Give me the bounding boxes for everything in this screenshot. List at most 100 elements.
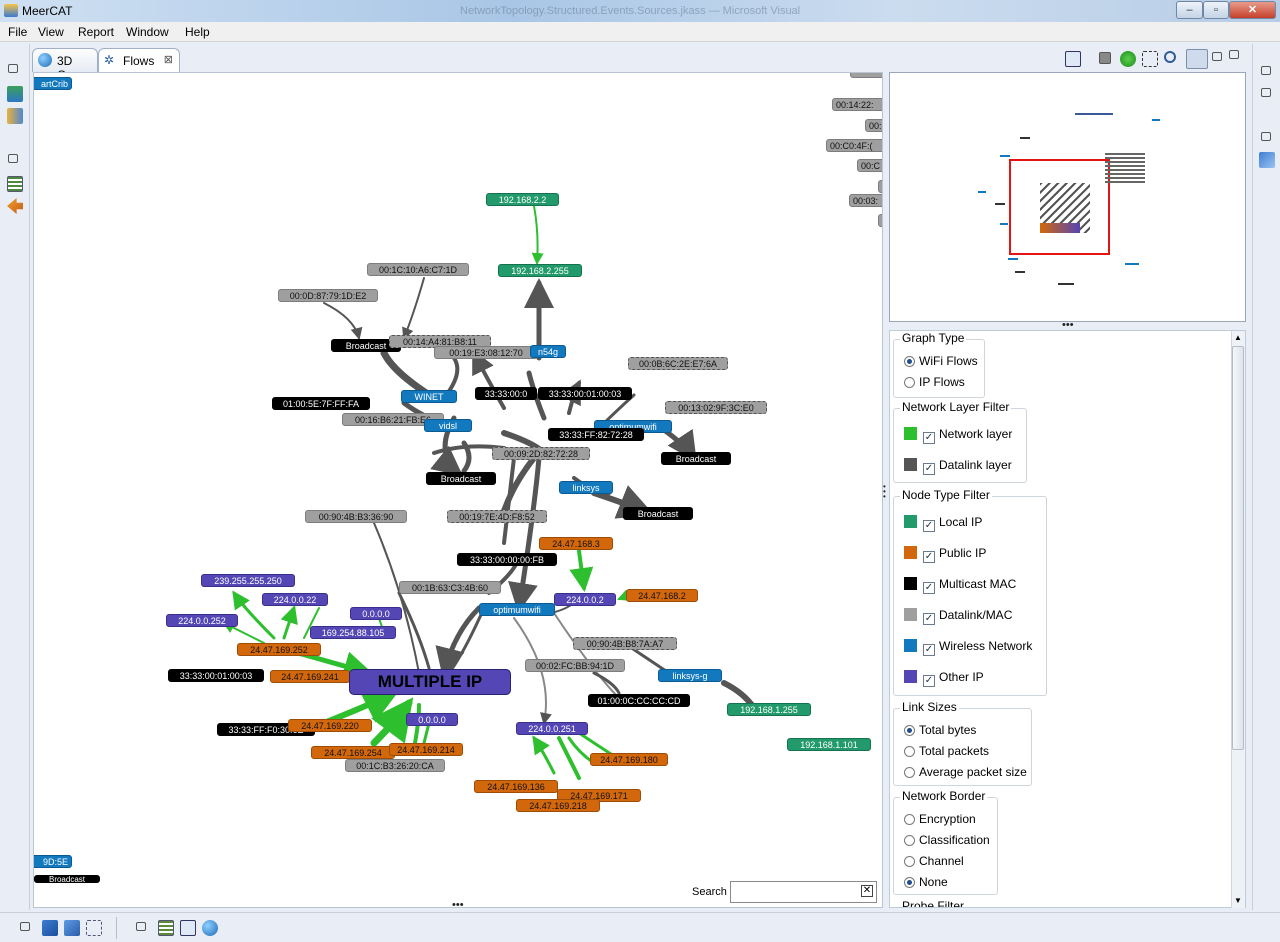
radio-ip-flows[interactable]: IP Flows [904, 375, 965, 389]
menu-window[interactable]: Window [126, 25, 169, 39]
view-icon-3[interactable] [86, 920, 102, 936]
restore-view-icon[interactable] [1261, 66, 1271, 75]
radio-wifi-flows[interactable]: WiFi Flows [904, 354, 978, 368]
node-wireless[interactable]: n54g [530, 345, 566, 358]
node-other-ip[interactable]: 224.0.0.252 [166, 614, 238, 627]
node-datalink[interactable]: 00:09:2D:82:72:28 [492, 447, 590, 460]
node-datalink[interactable]: 00:13:02:9F:3C:E0 [665, 401, 767, 414]
filter-multicast-mac[interactable]: ✓ Multicast MAC [904, 577, 1016, 594]
globe-view-icon[interactable] [202, 920, 218, 936]
node-public-ip[interactable]: 24.47.169.180 [590, 753, 668, 766]
checkbox[interactable]: ✓ [923, 432, 935, 444]
report-view-icon[interactable] [180, 920, 196, 936]
search-input[interactable] [730, 881, 877, 903]
node-multicast[interactable]: Broadcast [661, 452, 731, 465]
stop-icon[interactable] [1099, 52, 1111, 64]
node-multicast[interactable]: Broadcast [623, 507, 693, 520]
restore-view-icon-2[interactable] [136, 922, 146, 931]
filter-datalink-layer[interactable]: ✓ Datalink layer [904, 458, 1012, 475]
overview-sash-handle[interactable]: ••• [1062, 320, 1074, 331]
node-wireless[interactable]: artCrib [34, 77, 72, 90]
flow-graph-canvas[interactable]: 192.168.2.2 192.168.2.255 00:1C:10:A6:C7… [33, 72, 883, 908]
filter-wireless-network[interactable]: ✓ Wireless Network [904, 639, 1032, 656]
minimize-button[interactable]: – [1176, 1, 1203, 19]
maximize-button[interactable]: ▫ [1203, 1, 1229, 19]
node-other-ip[interactable]: 239.255.255.250 [201, 574, 295, 587]
filter-public-ip[interactable]: ✓ Public IP [904, 546, 986, 563]
filter-network-layer[interactable]: ✓ Network layer [904, 427, 1012, 444]
node-public-ip[interactable]: 24.47.169.220 [288, 719, 372, 732]
filter-local-ip[interactable]: ✓ Local IP [904, 515, 982, 532]
radio-channel[interactable]: Channel [904, 854, 964, 868]
node-datalink[interactable]: 00:C0:4F:( [826, 139, 882, 152]
node-public-ip[interactable]: 24.47.169.241 [270, 670, 350, 683]
radio-none[interactable]: None [904, 875, 948, 889]
node-datalink[interactable]: 00:1C:10:A6:C7:1D [367, 263, 469, 276]
node-public-ip[interactable]: 24.47.168.3 [539, 537, 613, 550]
menu-report[interactable]: Report [78, 25, 114, 39]
node-datalink[interactable]: 00:90:4B:B8:7A:A7 [573, 637, 677, 650]
node-multicast[interactable]: 33:33:00:01:00:03 [538, 387, 632, 400]
radio-classification[interactable]: Classification [904, 833, 990, 847]
zoom-icon[interactable] [1164, 51, 1176, 63]
node-datalink[interactable]: 00:03: [849, 194, 882, 207]
view-icon-2[interactable] [64, 920, 80, 936]
node-multicast[interactable]: Broadcast [34, 875, 100, 883]
node-datalink[interactable]: 00: [865, 119, 882, 132]
node-other-ip[interactable]: 224.0.0.2 [554, 593, 616, 606]
node-public-ip[interactable]: 24.47.169.136 [474, 780, 558, 793]
node-datalink[interactable] [878, 214, 882, 227]
node-other-ip[interactable]: 0.0.0.0 [406, 713, 458, 726]
tree-view-icon[interactable] [7, 86, 23, 102]
node-datalink[interactable]: 00:02:FC:BB:94:1D [525, 659, 625, 672]
node-wireless[interactable]: linksys [559, 481, 613, 494]
node-datalink[interactable]: 00:19:E3:08:12:70 [434, 346, 538, 359]
restore-view-icon-2[interactable] [1261, 132, 1271, 141]
menu-view[interactable]: View [38, 25, 64, 39]
scroll-down-icon[interactable]: ▼ [1234, 896, 1242, 905]
node-multicast[interactable]: 01:00:0C:CC:CC:CD [588, 694, 690, 707]
node-datalink[interactable] [850, 73, 882, 78]
node-wireless[interactable]: 9D:5E [34, 855, 72, 868]
node-other-ip[interactable]: 0.0.0.0 [350, 607, 402, 620]
node-multicast[interactable]: Broadcast [426, 472, 496, 485]
tab-3d-geo[interactable]: 3D Geo [32, 48, 98, 82]
node-public-ip[interactable]: 24.47.169.254 [311, 746, 395, 759]
overview-map[interactable] [889, 72, 1246, 322]
filter-other-ip[interactable]: ✓ Other IP [904, 670, 984, 687]
restore-view-icon-2[interactable] [8, 154, 18, 163]
vertical-sash-handle[interactable]: • • • [883, 483, 887, 501]
node-local-ip[interactable]: 192.168.1.101 [787, 738, 871, 751]
node-local-ip[interactable]: 192.168.2.255 [498, 264, 582, 277]
scroll-up-icon[interactable]: ▲ [1234, 333, 1242, 342]
checkbox[interactable]: ✓ [923, 463, 935, 475]
tab-flows[interactable]: ✲ Flows ⊠ [98, 48, 180, 72]
node-wireless[interactable]: optimumwifi [479, 603, 555, 616]
radio-encryption[interactable]: Encryption [904, 812, 976, 826]
restore-view-icon[interactable] [20, 922, 30, 931]
list-icon[interactable] [7, 176, 23, 192]
close-tab-icon[interactable]: ⊠ [164, 53, 173, 66]
node-datalink[interactable]: 00:0D:87:79:1D:E2 [278, 289, 378, 302]
node-multicast[interactable]: 33:33:00:0 [475, 387, 537, 400]
node-multiple-ip[interactable]: MULTIPLE IP [349, 669, 511, 695]
node-datalink[interactable] [878, 180, 882, 193]
node-public-ip[interactable]: 24.47.169.214 [389, 743, 463, 756]
close-button[interactable]: ✕ [1229, 1, 1276, 19]
node-local-ip[interactable]: 192.168.2.2 [486, 193, 559, 206]
node-multicast[interactable]: 33:33:00:00:00:FB [457, 553, 557, 566]
node-other-ip[interactable]: 169.254.88.105 [310, 626, 396, 639]
node-datalink[interactable]: 00:C [857, 159, 882, 172]
layout-toggle-icon[interactable] [1186, 49, 1208, 69]
filter-datalink-mac[interactable]: ✓ Datalink/MAC [904, 608, 1012, 625]
node-other-ip[interactable]: 224.0.0.22 [262, 593, 328, 606]
properties-icon[interactable] [1259, 152, 1275, 168]
node-multicast[interactable]: 01:00:5E:7F:FF:FA [272, 397, 370, 410]
node-datalink[interactable]: 00:1B:63:C3:4B:60 [399, 581, 501, 594]
menu-file[interactable]: File [8, 25, 27, 39]
node-wireless[interactable]: linksys-g [658, 669, 722, 682]
node-datalink[interactable]: 00:1C:B3:26:20:CA [345, 759, 445, 772]
maximize-view-icon[interactable] [1261, 88, 1271, 97]
clear-search-icon[interactable]: ✕ [861, 885, 873, 897]
radio-total-packets[interactable]: Total packets [904, 744, 989, 758]
